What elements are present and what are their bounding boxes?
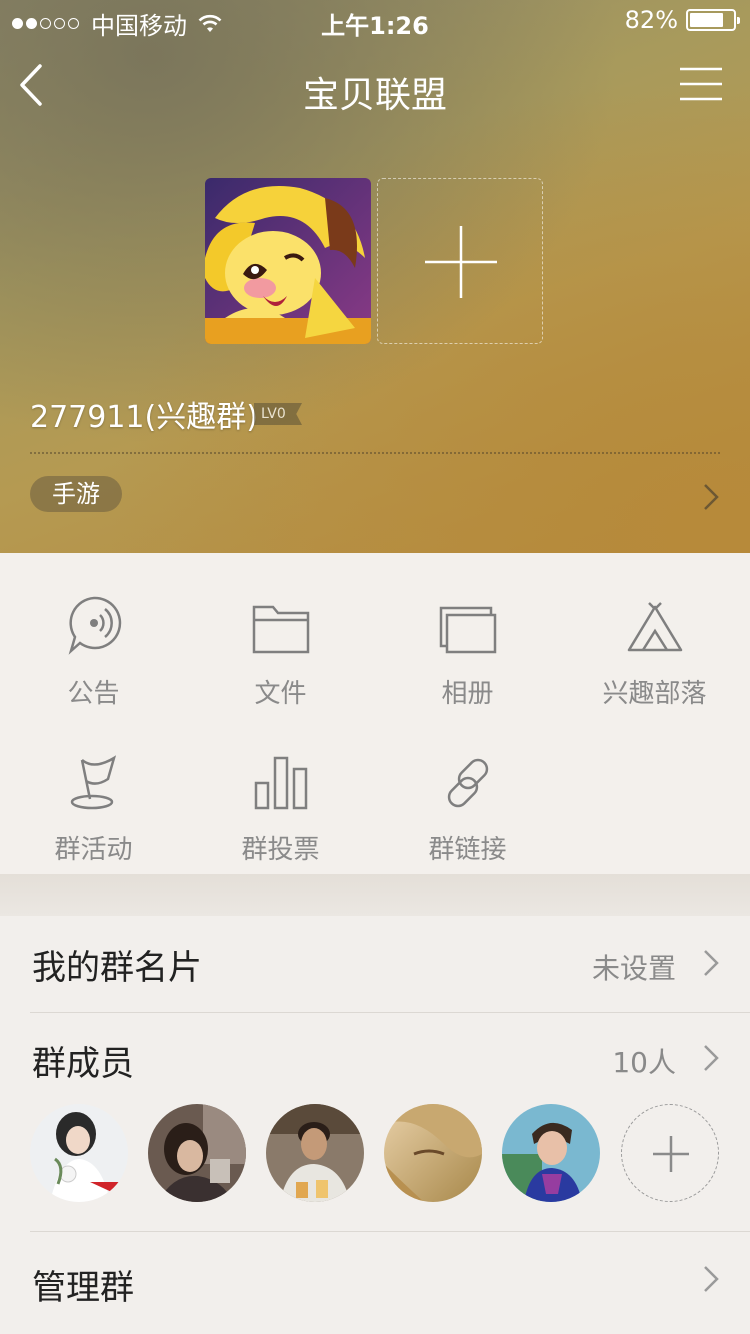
chevron-right-icon[interactable] [702, 482, 720, 512]
group-avatar[interactable] [205, 178, 371, 344]
member-avatar[interactable] [502, 1104, 600, 1202]
member-avatars [0, 1104, 750, 1204]
feature-label: 文件 [254, 679, 307, 709]
chevron-right-icon [704, 1266, 719, 1292]
feature-label: 群活动 [54, 835, 133, 865]
feature-group-link[interactable]: 群链接 [374, 745, 561, 866]
feature-album[interactable]: 相册 [374, 589, 561, 710]
member-avatar[interactable] [148, 1104, 246, 1202]
battery-icon [686, 9, 740, 31]
feature-grid: 公告 文件 相册 兴趣部落 群活动 群投票 群链接 [0, 553, 750, 874]
feature-label: 公告 [67, 679, 120, 709]
row-manage-group[interactable]: 管理群 [0, 1232, 750, 1332]
battery-percent: 82% [624, 6, 678, 34]
row-value: 10人 [612, 1046, 676, 1079]
link-icon [447, 758, 488, 808]
settings-list: 我的群名片 未设置 群成员 10人 管理群 [0, 916, 750, 1334]
row-title: 管理群 [32, 1268, 134, 1308]
group-id: 277911(兴趣群) [30, 400, 258, 435]
member-avatar[interactable] [384, 1104, 482, 1202]
header-divider [30, 452, 720, 454]
feature-label: 群链接 [428, 835, 507, 865]
feature-files[interactable]: 文件 [187, 589, 374, 710]
row-value: 未设置 [591, 952, 676, 985]
row-group-card[interactable]: 我的群名片 未设置 [0, 916, 750, 1012]
feature-label: 相册 [441, 679, 494, 709]
bar-chart-icon [254, 756, 307, 810]
feature-announcement[interactable]: 公告 [0, 589, 187, 710]
feature-label: 群投票 [241, 835, 320, 865]
folder-icon [252, 605, 309, 654]
chevron-right-icon [704, 950, 719, 976]
nav-bar: 宝贝联盟 [0, 50, 750, 130]
feature-group-activity[interactable]: 群活动 [0, 745, 187, 866]
group-tag[interactable]: 手游 [30, 476, 122, 512]
chevron-right-icon [704, 1045, 719, 1071]
feature-label: 兴趣部落 [602, 679, 707, 709]
plus-icon [653, 1136, 689, 1172]
tent-icon [627, 602, 682, 652]
section-gap [0, 874, 750, 916]
page-title: 宝贝联盟 [302, 75, 447, 116]
hamburger-menu-icon[interactable] [680, 66, 722, 102]
feature-group-vote[interactable]: 群投票 [187, 745, 374, 866]
plus-icon [425, 226, 497, 298]
group-header: 中国移动 上午1:26 82% 宝贝联盟 277911(兴趣群) LV0 手游 [0, 0, 750, 553]
level-badge: LV0 [254, 403, 302, 425]
flag-icon [70, 755, 116, 810]
status-right: 82% [624, 6, 740, 34]
member-avatar[interactable] [30, 1104, 128, 1202]
row-title: 群成员 [32, 1044, 134, 1084]
feature-interest-tribe[interactable]: 兴趣部落 [561, 589, 748, 710]
announcement-icon [68, 596, 121, 655]
member-avatar[interactable] [266, 1104, 364, 1202]
status-bar: 中国移动 上午1:26 82% [0, 0, 750, 40]
add-photo-button[interactable] [377, 178, 543, 344]
row-title: 我的群名片 [32, 948, 202, 988]
add-member-button[interactable] [621, 1104, 719, 1202]
album-icon [439, 606, 496, 654]
